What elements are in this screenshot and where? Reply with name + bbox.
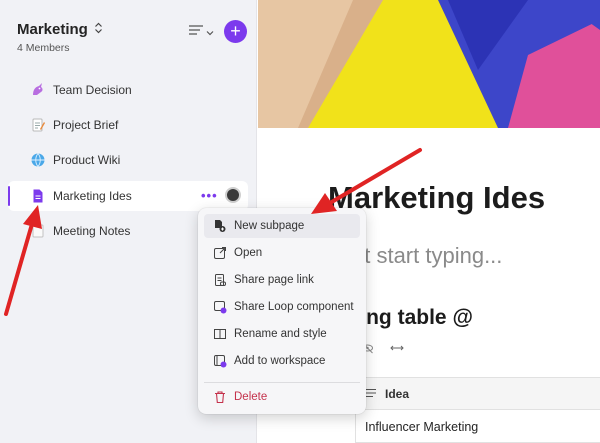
- workspace-name: Marketing: [17, 21, 88, 38]
- sidebar-item-team-decision[interactable]: Team Decision: [8, 75, 248, 105]
- page-icon: [30, 223, 46, 239]
- memo-icon: [30, 117, 46, 133]
- active-indicator: [8, 186, 10, 206]
- menu-item-label: Share Loop component: [234, 301, 354, 313]
- menu-item-label: Rename and style: [234, 328, 327, 340]
- globe-icon: [30, 152, 46, 168]
- menu-item-label: Delete: [234, 391, 268, 403]
- menu-item-add-to-workspace[interactable]: Add to workspace: [204, 349, 360, 373]
- sidebar-item-product-wiki[interactable]: Product Wiki: [8, 145, 248, 175]
- page-banner-image: [258, 0, 600, 128]
- add-workspace-icon: [213, 354, 227, 368]
- sort-menu-button[interactable]: [188, 22, 216, 42]
- document-icon: [30, 188, 46, 204]
- menu-item-open[interactable]: Open: [204, 241, 360, 265]
- sidebar-item-label: Product Wiki: [53, 153, 121, 167]
- context-menu: New subpage Open Share page link Share L…: [198, 208, 366, 414]
- menu-item-new-subpage[interactable]: New subpage: [204, 214, 360, 238]
- table-row[interactable]: Influencer Marketing: [355, 411, 600, 443]
- text-lines-icon: [365, 387, 377, 401]
- menu-item-label: New subpage: [234, 220, 305, 232]
- plus-icon: +: [230, 21, 241, 41]
- menu-item-label: Add to workspace: [234, 355, 326, 367]
- sidebar-item-label: Meeting Notes: [53, 224, 131, 238]
- menu-item-delete[interactable]: Delete: [204, 385, 360, 409]
- sidebar-item-project-brief[interactable]: Project Brief: [8, 110, 248, 140]
- table-header: Idea: [355, 377, 600, 410]
- menu-item-label: Share page link: [234, 274, 314, 286]
- rename-icon: [213, 327, 227, 341]
- resize-horizontal-icon[interactable]: [390, 342, 404, 357]
- unicorn-icon: [30, 82, 46, 98]
- chevron-updown-icon: [94, 22, 103, 37]
- avatar: [225, 187, 241, 203]
- sidebar-item-label: Marketing Ides: [53, 189, 132, 203]
- table-cell-text: Influencer Marketing: [365, 419, 479, 434]
- menu-item-rename-and-style[interactable]: Rename and style: [204, 322, 360, 346]
- sort-lines-icon: [188, 23, 204, 41]
- workspace-members: 4 Members: [17, 42, 70, 54]
- sidebar-item-label: Project Brief: [53, 118, 119, 132]
- menu-divider: [204, 382, 360, 383]
- menu-item-share-page-link[interactable]: Share page link: [204, 268, 360, 292]
- menu-item-share-loop-component[interactable]: Share Loop component: [204, 295, 360, 319]
- trash-icon: [213, 390, 227, 404]
- column-header-idea[interactable]: Idea: [385, 387, 409, 401]
- sidebar-item-label: Team Decision: [53, 83, 132, 97]
- loop-component-icon: [213, 300, 227, 314]
- add-page-button[interactable]: +: [224, 20, 247, 43]
- share-link-icon: [213, 273, 227, 287]
- chevron-down-icon: [206, 23, 214, 41]
- workspace-title[interactable]: Marketing: [17, 21, 103, 38]
- menu-item-label: Open: [234, 247, 263, 259]
- more-options-button[interactable]: •••: [201, 188, 218, 203]
- new-subpage-icon: [213, 219, 227, 233]
- open-external-icon: [213, 246, 227, 260]
